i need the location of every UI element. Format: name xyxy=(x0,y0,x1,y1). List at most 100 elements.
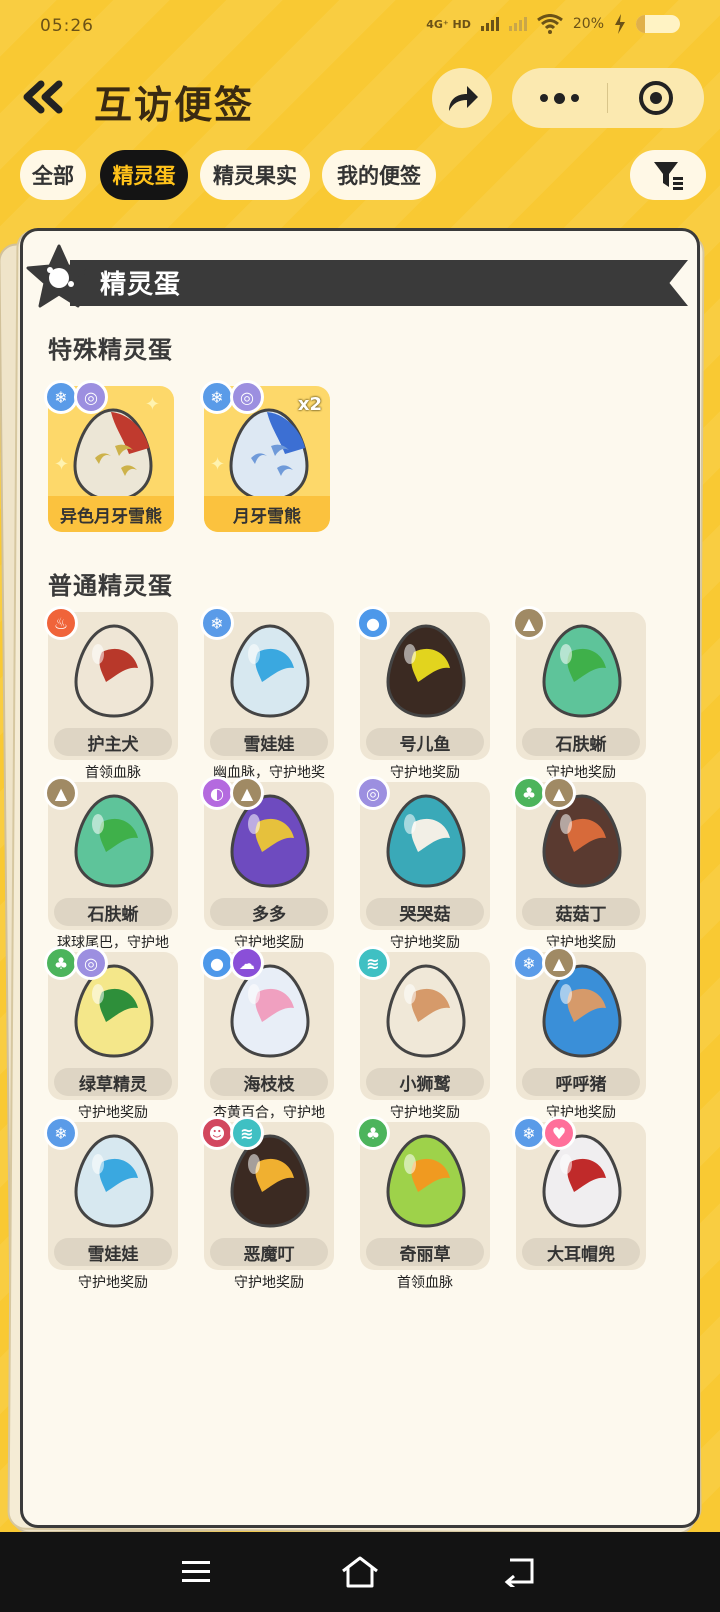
rock-type-icon: ▲ xyxy=(512,606,546,640)
egg-item[interactable]: ♣ ▲ 菇菇丁 守护地奖励 xyxy=(512,776,666,954)
spiral-type-icon: ◎ xyxy=(74,380,108,414)
share-button[interactable] xyxy=(432,68,492,128)
charging-icon xyxy=(615,14,625,34)
egg-source: 守护地奖励 xyxy=(78,1275,148,1291)
type-badges: ● xyxy=(356,606,390,640)
egg-item[interactable]: ☻ ≋ 恶魔叮 守护地奖励 xyxy=(200,1116,354,1294)
status-bar: 05:26 4G⁺ HD 20% xyxy=(0,0,720,52)
home-button[interactable] xyxy=(330,1546,390,1598)
type-badges: ♨ xyxy=(44,606,78,640)
quantity-label: x2 xyxy=(297,394,322,415)
fire-type-icon: ♨ xyxy=(44,606,78,640)
header: 互访便签 xyxy=(0,62,720,134)
status-time: 05:26 xyxy=(40,16,94,36)
type-badges: ♣ ▲ xyxy=(512,776,576,810)
type-badges: ♣ ◎ xyxy=(44,946,108,980)
system-navbar xyxy=(0,1532,720,1612)
miniapp-capsule xyxy=(512,68,704,128)
egg-item[interactable]: ❄ 雪娃娃 守护地奖励 xyxy=(44,1116,198,1294)
grass-type-icon: ♣ xyxy=(44,946,78,980)
battery-icon xyxy=(636,15,680,33)
type-badges: ◐ ▲ xyxy=(200,776,264,810)
wifi-icon xyxy=(536,14,563,34)
type-badges: ❄ ◎ xyxy=(200,380,264,414)
type-badges: ♣ xyxy=(356,1116,390,1150)
egg-name: 恶魔叮 xyxy=(210,1238,328,1266)
dot-icon xyxy=(554,92,565,104)
demon-type-icon: ☻ xyxy=(200,1116,234,1150)
page-title: 互访便签 xyxy=(94,83,255,127)
egg-image xyxy=(72,622,156,718)
sparkle-icon: ✦ xyxy=(54,454,70,475)
egg-item[interactable]: ❄ ▲ 呼呼猪 守护地奖励 xyxy=(512,946,666,1124)
type-badges: ❄ ◎ xyxy=(44,380,108,414)
egg-name: 雪娃娃 xyxy=(210,728,328,756)
egg-item[interactable]: ▲ 石肤蜥 球球尾巴，守护地 xyxy=(44,776,198,954)
special-section-title: 特殊精灵蛋 xyxy=(48,336,173,364)
special-egg-card[interactable]: ✦ x2 ❄ ◎ 月牙雪熊 xyxy=(200,380,330,532)
egg-item[interactable]: ♨ 护主犬 首领血脉 xyxy=(44,606,198,784)
tab-fruits[interactable]: 精灵果实 xyxy=(200,150,310,200)
egg-item[interactable]: ◎ 哭哭菇 守护地奖励 xyxy=(356,776,510,954)
egg-image xyxy=(72,792,156,888)
tab-all[interactable]: 全部 xyxy=(20,150,86,200)
tab-eggs[interactable]: 精灵蛋 xyxy=(100,150,188,200)
back-button[interactable] xyxy=(20,74,66,120)
target-icon xyxy=(639,81,673,115)
egg-image xyxy=(384,792,468,888)
tab-my-notes[interactable]: 我的便签 xyxy=(322,150,436,200)
spiral-type-icon: ◎ xyxy=(230,380,264,414)
egg-source: 守护地奖励 xyxy=(234,1275,304,1291)
egg-item[interactable]: ● ☁ 海枝枝 杏黄百合，守护地 xyxy=(200,946,354,1124)
water-type-icon: ● xyxy=(200,946,234,980)
grass-type-icon: ♣ xyxy=(512,776,546,810)
egg-item[interactable]: ❄ 雪娃娃 幽血脉，守护地奖 xyxy=(200,606,354,784)
rock-type-icon: ▲ xyxy=(44,776,78,810)
signal-2-icon xyxy=(508,17,527,31)
egg-name: 哭哭菇 xyxy=(366,898,484,926)
egg-name: 石肤蜥 xyxy=(522,728,640,756)
heart-type-icon: ♥ xyxy=(542,1116,576,1150)
egg-image xyxy=(72,1132,156,1228)
home-icon xyxy=(342,1556,378,1588)
ghost-type-icon: ☁ xyxy=(230,946,264,980)
back-nav-button[interactable] xyxy=(490,1546,550,1598)
battery-percent: 20% xyxy=(572,16,604,32)
egg-item[interactable]: ◐ ▲ 多多 守护地奖励 xyxy=(200,776,354,954)
ice-type-icon: ❄ xyxy=(512,946,546,980)
type-badges: ▲ xyxy=(512,606,546,640)
grass-type-icon: ♣ xyxy=(356,1116,390,1150)
egg-image xyxy=(71,406,155,502)
dot-icon xyxy=(571,94,579,102)
filter-button[interactable] xyxy=(630,150,706,200)
menu-button[interactable] xyxy=(166,1546,226,1598)
egg-name: 海枝枝 xyxy=(210,1068,328,1096)
egg-item[interactable]: ● 号儿鱼 守护地奖励 xyxy=(356,606,510,784)
egg-image xyxy=(227,406,311,502)
egg-item[interactable]: ▲ 石肤蜥 守护地奖励 xyxy=(512,606,666,784)
egg-item[interactable]: ♣ ◎ 绿草精灵 守护地奖励 xyxy=(44,946,198,1124)
special-egg-card[interactable]: ✦ ✦ ❄ ◎ 异色月牙雪熊 xyxy=(44,380,174,532)
egg-name: 月牙雪熊 xyxy=(204,496,330,532)
ice-type-icon: ❄ xyxy=(44,380,78,414)
egg-image xyxy=(384,622,468,718)
wing-type-icon: ≋ xyxy=(356,946,390,980)
egg-image xyxy=(228,622,312,718)
signal-icon xyxy=(480,17,499,31)
egg-name: 大耳帽兜 xyxy=(522,1238,640,1266)
egg-item[interactable]: ≋ 小狮鹫 守护地奖励 xyxy=(356,946,510,1124)
egg-name: 护主犬 xyxy=(54,728,172,756)
more-button[interactable] xyxy=(512,68,607,128)
egg-name: 绿草精灵 xyxy=(54,1068,172,1096)
type-badges: ❄ xyxy=(200,606,234,640)
type-badges: ❄ ▲ xyxy=(512,946,576,980)
double-chevron-left-icon xyxy=(23,80,63,114)
psychic-type-icon: ◐ xyxy=(200,776,234,810)
type-badges: ≋ xyxy=(356,946,390,980)
type-badges: ❄ ♥ xyxy=(512,1116,576,1150)
egg-name: 奇丽草 xyxy=(366,1238,484,1266)
egg-item[interactable]: ♣ 奇丽草 首领血脉 xyxy=(356,1116,510,1294)
sparkle-icon: ✦ xyxy=(210,454,226,475)
close-miniapp-button[interactable] xyxy=(608,68,704,128)
egg-item[interactable]: ❄ ♥ 大耳帽兜 xyxy=(512,1116,666,1294)
